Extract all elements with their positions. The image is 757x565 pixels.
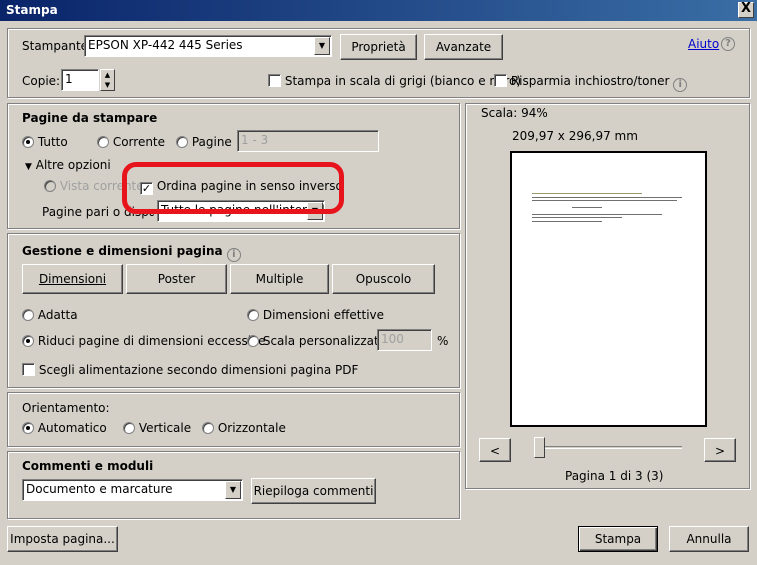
help-icon[interactable]: ? — [721, 37, 735, 51]
preview-text-line — [532, 217, 622, 218]
radio-current-option[interactable]: Corrente — [97, 135, 165, 149]
landscape-label: Orizzontale — [217, 421, 286, 435]
save-ink-checkbox[interactable] — [494, 74, 507, 87]
shrink-option[interactable]: Riduci pagine di dimensioni eccessive — [22, 334, 266, 348]
radio-auto[interactable] — [22, 422, 34, 434]
portrait-option[interactable]: Verticale — [123, 421, 191, 435]
preview-page-size: 209,97 x 296,97 mm — [512, 129, 638, 143]
radio-pages-option[interactable]: Pagine — [176, 135, 232, 149]
cancel-button[interactable]: Annulla — [669, 526, 749, 552]
radio-all[interactable] — [22, 136, 34, 148]
summarize-comments-button[interactable]: Riepiloga commenti — [251, 478, 376, 504]
orientation-heading: Orientamento: — [22, 401, 110, 415]
sizing-heading-text: Gestione e dimensioni pagina — [22, 244, 223, 258]
size-button-label: Dimensioni — [38, 272, 107, 286]
printer-label: Stampante: — [22, 39, 93, 53]
more-options-label: Altre opzioni — [35, 158, 111, 172]
printer-select[interactable]: EPSON XP-442 445 Series ▼ — [84, 35, 332, 57]
portrait-label: Verticale — [138, 421, 192, 435]
radio-landscape[interactable] — [202, 422, 214, 434]
radio-custom-scale[interactable] — [247, 335, 259, 347]
info-icon[interactable]: i — [226, 248, 241, 262]
next-page-button[interactable]: > — [704, 438, 736, 462]
preview-text-line — [532, 200, 677, 201]
percent-label: % — [437, 334, 449, 348]
previous-page-button[interactable]: < — [479, 438, 511, 462]
chevron-down-icon[interactable]: ▼ — [225, 481, 241, 499]
multiple-button[interactable]: Multiple — [230, 264, 329, 294]
radio-current-label: Corrente — [112, 135, 166, 149]
preview-text-line — [532, 193, 642, 194]
more-options-toggle[interactable]: ▼ Altre opzioni — [25, 158, 111, 172]
auto-orientation-option[interactable]: Automatico — [22, 421, 107, 435]
grayscale-option[interactable]: Stampa in scala di grigi (bianco e nero) — [268, 74, 521, 88]
comments-heading: Commenti e moduli — [22, 459, 154, 473]
radio-current-view — [44, 180, 56, 192]
close-button[interactable]: X — [738, 2, 754, 18]
properties-button[interactable]: Proprietà — [340, 34, 417, 60]
page-range-input[interactable]: 1 - 3 — [237, 130, 379, 152]
page-slider-track[interactable] — [538, 446, 682, 449]
copies-stepper[interactable]: ▲ ▼ — [100, 69, 115, 91]
comments-selected-value: Documento e marcature — [26, 482, 173, 496]
radio-fit[interactable] — [22, 309, 34, 321]
radio-shrink[interactable] — [22, 335, 34, 347]
radio-actual-size[interactable] — [247, 309, 259, 321]
copies-input[interactable]: 1 — [61, 69, 99, 91]
poster-button[interactable]: Poster — [126, 264, 227, 294]
preview-text-line — [532, 221, 602, 222]
custom-scale-option[interactable]: Scala personalizzata: — [247, 334, 390, 348]
pages-heading: Pagine da stampare — [22, 111, 158, 125]
radio-all-option[interactable]: Tutto — [22, 135, 68, 149]
paper-source-option[interactable]: Scegli alimentazione secondo dimensioni … — [22, 363, 358, 377]
save-ink-option[interactable]: Risparmia inchiostro/toner i — [494, 74, 688, 92]
size-button[interactable]: Dimensioni — [22, 264, 123, 294]
info-icon[interactable]: i — [673, 78, 688, 92]
preview-text-line — [532, 197, 682, 198]
stepper-up-icon[interactable]: ▲ — [101, 70, 114, 80]
fit-option[interactable]: Adatta — [22, 308, 78, 322]
advanced-button[interactable]: Avanzate — [424, 34, 503, 60]
landscape-option[interactable]: Orizzontale — [202, 421, 286, 435]
stepper-down-icon[interactable]: ▼ — [101, 80, 114, 90]
paper-source-checkbox[interactable] — [22, 363, 35, 376]
preview-text-line — [532, 214, 662, 215]
preview-text-line — [572, 207, 602, 208]
auto-label: Automatico — [37, 421, 107, 435]
actual-size-label: Dimensioni effettive — [262, 308, 385, 322]
comments-select[interactable]: Documento e marcature ▼ — [22, 479, 243, 501]
preview-scale: Scala: 94% — [481, 106, 548, 120]
print-button[interactable]: Stampa — [578, 526, 658, 552]
radio-current[interactable] — [97, 136, 109, 148]
shrink-label: Riduci pagine di dimensioni eccessive — [37, 334, 266, 348]
triangle-down-icon: ▼ — [25, 162, 32, 172]
page-slider-thumb[interactable] — [534, 437, 545, 458]
radio-pages-label: Pagine — [191, 135, 232, 149]
copies-label: Copie: — [22, 74, 61, 88]
paper-source-label: Scegli alimentazione secondo dimensioni … — [38, 363, 359, 377]
grayscale-checkbox[interactable] — [268, 74, 281, 87]
printer-selected-value: EPSON XP-442 445 Series — [88, 38, 243, 52]
grayscale-label: Stampa in scala di grigi (bianco e nero) — [284, 74, 522, 88]
radio-portrait[interactable] — [123, 422, 135, 434]
page-indicator: Pagina 1 di 3 (3) — [565, 469, 664, 483]
radio-pages[interactable] — [176, 136, 188, 148]
chevron-down-icon[interactable]: ▼ — [314, 37, 330, 55]
preview-page — [510, 151, 707, 427]
fit-label: Adatta — [37, 308, 78, 322]
page-setup-button[interactable]: Imposta pagina... — [7, 526, 118, 552]
booklet-button[interactable]: Opuscolo — [332, 264, 435, 294]
custom-scale-label: Scala personalizzata: — [262, 334, 391, 348]
highlight-annotation — [122, 162, 344, 214]
actual-size-option[interactable]: Dimensioni effettive — [247, 308, 384, 322]
window-title: Stampa — [0, 0, 757, 21]
sizing-heading: Gestione e dimensioni pagina i — [22, 244, 241, 262]
scale-input[interactable]: 100 — [377, 329, 432, 351]
help-link[interactable]: Aiuto — [688, 37, 719, 51]
save-ink-label: Risparmia inchiostro/toner — [510, 74, 670, 88]
radio-all-label: Tutto — [37, 135, 68, 149]
